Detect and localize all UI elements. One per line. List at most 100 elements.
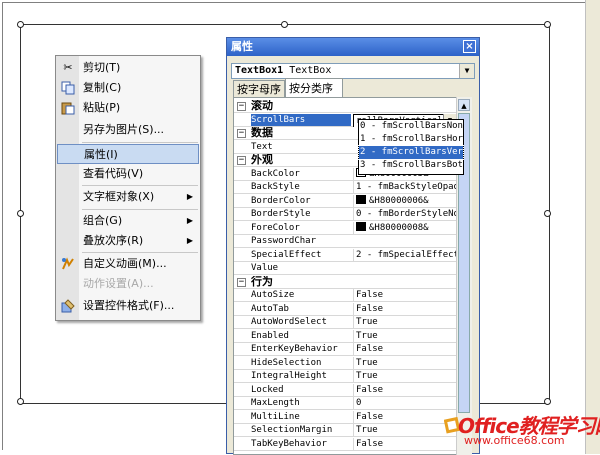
- menu-item-cut[interactable]: ✂ 剪切(T): [57, 58, 199, 78]
- scroll-up-icon[interactable]: ▲: [458, 99, 470, 111]
- property-value[interactable]: 2 - fmSpecialEffectSunken: [353, 249, 456, 261]
- property-value-text: False: [356, 304, 384, 314]
- submenu-arrow-icon: ▶: [186, 192, 193, 201]
- properties-title-bar[interactable]: 属性 ×: [227, 38, 479, 56]
- property-value-text: 2 - fmSpecialEffectSunken: [356, 250, 456, 260]
- close-button[interactable]: ×: [463, 40, 476, 53]
- menu-item-label: 查看代码(V): [83, 167, 144, 180]
- property-value[interactable]: 0: [353, 397, 456, 409]
- collapse-icon[interactable]: −: [237, 102, 246, 111]
- property-row[interactable]: SelectionMargin True: [234, 424, 456, 437]
- property-category[interactable]: − 滚动: [234, 100, 456, 113]
- site-watermark: Office教程学习网 www.office68.com: [444, 408, 600, 450]
- collapse-icon[interactable]: −: [237, 278, 246, 287]
- editor-vertical-scrollbar[interactable]: [585, 0, 600, 454]
- resize-handle-top-center[interactable]: [281, 21, 288, 28]
- property-value-text: 0 - fmBorderStyleNone: [356, 209, 456, 219]
- property-row[interactable]: SpecialEffect 2 - fmSpecialEffectSunken: [234, 249, 456, 262]
- menu-item-textbox-object[interactable]: 文字框对象(X) ▶: [57, 187, 199, 207]
- property-value-text: True: [356, 371, 378, 381]
- property-value[interactable]: False: [353, 303, 456, 315]
- object-type: TextBox: [289, 65, 332, 76]
- collapse-icon[interactable]: −: [237, 156, 246, 165]
- format-control-icon: [61, 299, 75, 313]
- property-value[interactable]: &H80000006&: [353, 195, 456, 207]
- scrollbars-dropdown-list[interactable]: 0 - fmScrollBarsNone1 - fmScrollBarsHori…: [358, 119, 464, 175]
- property-name: AutoTab: [251, 304, 289, 314]
- menu-item-order[interactable]: 叠放次序(R) ▶: [57, 231, 199, 251]
- property-row[interactable]: Locked False: [234, 384, 456, 397]
- tab-categorized[interactable]: 按分类序: [285, 78, 343, 97]
- property-row[interactable]: BackStyle 1 - fmBackStyleOpaque: [234, 181, 456, 194]
- property-row[interactable]: Enabled True: [234, 330, 456, 343]
- property-value-text: &H80000006&: [369, 196, 429, 206]
- object-selector-value: TextBox1 TextBox: [235, 64, 331, 78]
- property-value[interactable]: False: [353, 411, 456, 423]
- property-category[interactable]: − 行为: [234, 276, 456, 289]
- property-value[interactable]: True: [353, 316, 456, 328]
- property-row[interactable]: BorderColor &H80000006&: [234, 195, 456, 208]
- property-value[interactable]: 0 - fmBorderStyleNone: [353, 208, 456, 220]
- property-value[interactable]: True: [353, 424, 456, 436]
- property-row[interactable]: TabKeyBehavior False: [234, 438, 456, 451]
- property-row[interactable]: BorderStyle 0 - fmBorderStyleNone: [234, 208, 456, 221]
- menu-item-save-as-picture[interactable]: 另存为图片(S)...: [57, 120, 199, 140]
- collapse-icon[interactable]: −: [237, 129, 246, 138]
- property-name: ScrollBars: [251, 114, 351, 126]
- dropdown-option[interactable]: 0 - fmScrollBarsNone: [359, 120, 463, 133]
- property-row[interactable]: EnterKeyBehavior False: [234, 343, 456, 356]
- menu-item-paste[interactable]: 粘贴(P): [57, 98, 199, 118]
- dropdown-option[interactable]: 3 - fmScrollBarsBoth: [359, 159, 463, 172]
- resize-handle-top-right[interactable]: [544, 21, 551, 28]
- property-value[interactable]: False: [353, 343, 456, 355]
- chevron-down-icon[interactable]: ▼: [459, 64, 474, 78]
- properties-window: 属性 × TextBox1 TextBox ▼ 按字母序 按分类序 − 滚动 Scr…: [226, 37, 480, 455]
- color-swatch: [356, 222, 366, 231]
- resize-handle-bottom-right[interactable]: [544, 398, 551, 405]
- property-value[interactable]: True: [353, 357, 456, 369]
- property-value[interactable]: &H80000008&: [353, 222, 456, 234]
- category-label: 滚动: [251, 100, 273, 112]
- property-row[interactable]: Value: [234, 262, 456, 275]
- property-row[interactable]: HideSelection True: [234, 357, 456, 370]
- property-name: HideSelection: [251, 358, 322, 368]
- property-row[interactable]: AutoWordSelect True: [234, 316, 456, 329]
- menu-item-custom-animation[interactable]: 自定义动画(M)...: [57, 254, 199, 274]
- property-value[interactable]: True: [353, 330, 456, 342]
- menu-item-format-control[interactable]: 设置控件格式(F)...: [57, 296, 199, 316]
- property-row[interactable]: PasswordChar: [234, 235, 456, 248]
- resize-handle-top-left[interactable]: [17, 21, 24, 28]
- scissors-icon: ✂: [63, 61, 73, 74]
- property-value[interactable]: False: [353, 384, 456, 396]
- dropdown-option[interactable]: 2 - fmScrollBarsVertical: [358, 145, 464, 160]
- menu-item-group[interactable]: 组合(G) ▶: [57, 211, 199, 231]
- property-row[interactable]: AutoSize False: [234, 289, 456, 302]
- resize-handle-bottom-left[interactable]: [17, 398, 24, 405]
- category-label: 数据: [251, 127, 273, 139]
- object-name: TextBox1: [235, 65, 284, 76]
- tab-alphabetic[interactable]: 按字母序: [233, 80, 285, 97]
- property-value-text: False: [356, 344, 384, 354]
- menu-item-properties[interactable]: 属性(I): [57, 144, 199, 164]
- property-row[interactable]: MaxLength 0: [234, 397, 456, 410]
- property-value[interactable]: 1 - fmBackStyleOpaque: [353, 181, 456, 193]
- property-name: TabKeyBehavior: [251, 439, 327, 449]
- property-row[interactable]: MultiLine False: [234, 411, 456, 424]
- menu-item-label: 组合(G): [83, 214, 123, 227]
- property-value[interactable]: False: [353, 289, 456, 301]
- property-row[interactable]: IntegralHeight True: [234, 370, 456, 383]
- resize-handle-middle-right[interactable]: [544, 210, 551, 217]
- property-value[interactable]: False: [353, 438, 456, 450]
- resize-handle-middle-left[interactable]: [17, 210, 24, 217]
- menu-item-copy[interactable]: 复制(C): [57, 78, 199, 98]
- object-selector-combo[interactable]: TextBox1 TextBox ▼: [231, 63, 475, 79]
- menu-item-label: 粘贴(P): [83, 101, 121, 114]
- property-row[interactable]: ForeColor &H80000008&: [234, 222, 456, 235]
- menu-separator: [82, 209, 198, 210]
- property-row[interactable]: AutoTab False: [234, 303, 456, 316]
- menu-item-view-code[interactable]: 查看代码(V): [57, 164, 199, 184]
- properties-title: 属性: [231, 40, 253, 53]
- property-value[interactable]: True: [353, 370, 456, 382]
- menu-separator: [82, 142, 198, 143]
- dropdown-option[interactable]: 1 - fmScrollBarsHorizontal: [359, 133, 463, 146]
